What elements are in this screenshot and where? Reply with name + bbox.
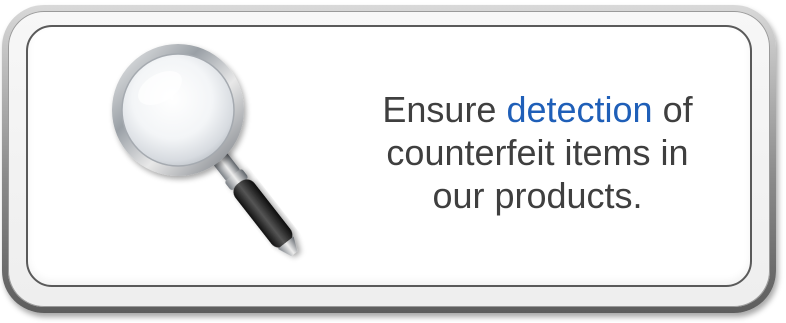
message-highlight: detection	[506, 89, 653, 130]
message-text-start: Ensure	[382, 89, 507, 130]
magnifier-lens	[121, 53, 235, 167]
magnifier-handle	[233, 179, 293, 248]
card-message: Ensure detection of counterfeit items in…	[360, 88, 715, 217]
magnifying-glass-icon	[112, 44, 298, 257]
